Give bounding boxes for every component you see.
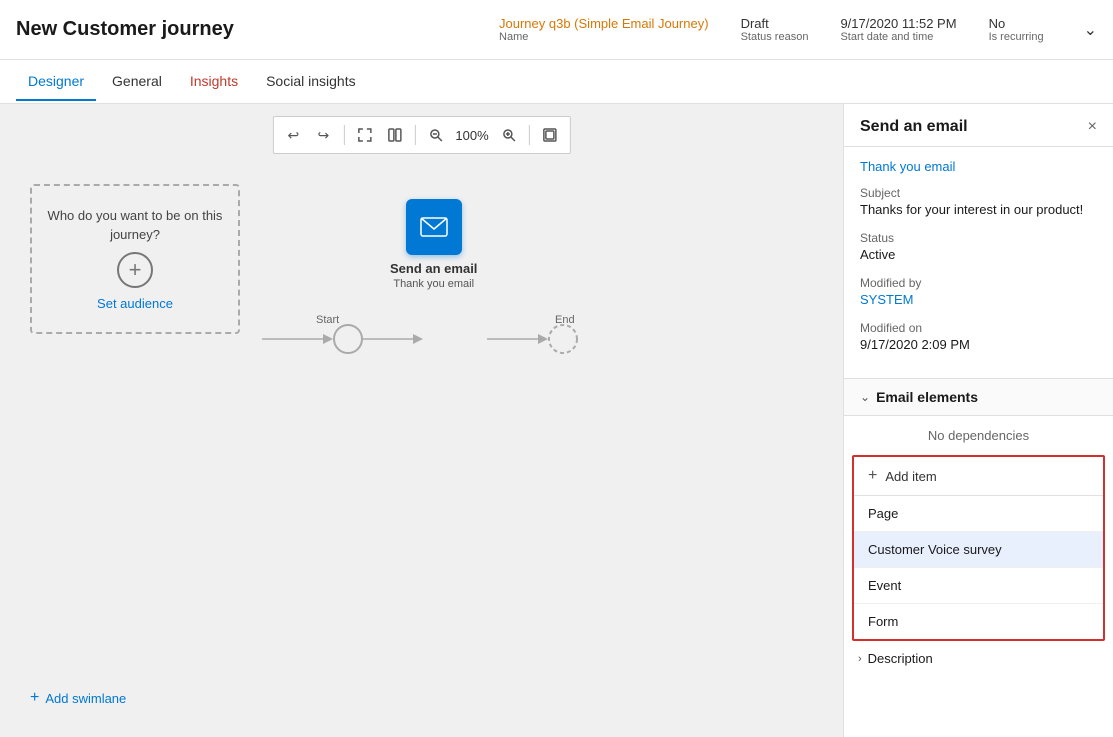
meta-status-reason-label: Status reason (741, 31, 809, 43)
canvas-toolbar: ↩ ↪ (272, 116, 570, 154)
journey-canvas[interactable]: ↩ ↪ (0, 104, 843, 737)
customer-voice-survey-label: Customer Voice survey (868, 542, 1002, 557)
meta-start-date: 9/17/2020 11:52 PM Start date and time (840, 16, 956, 43)
email-elements-section[interactable]: ⌄ Email elements (844, 378, 1113, 416)
tabs-bar: Designer General Insights Social insight… (0, 60, 1113, 104)
status-value: Active (860, 247, 1097, 262)
audience-plus-button[interactable]: + (117, 252, 153, 288)
add-item-dropdown: + Add item Page Customer Voice survey Ev… (852, 455, 1105, 641)
meta-is-recurring-value: No (989, 16, 1006, 31)
meta-start-date-label: Start date and time (840, 31, 933, 43)
panel-title: Send an email (860, 118, 968, 136)
email-node-sublabel: Thank you email (393, 278, 474, 290)
tab-social-insights[interactable]: Social insights (254, 63, 368, 101)
modified-by-label: Modified by (860, 276, 1097, 290)
toolbar-sep-2 (414, 125, 415, 145)
add-item-plus-icon: + (868, 467, 877, 485)
undo-button[interactable]: ↩ (279, 121, 307, 149)
header-meta: Journey q3b (Simple Email Journey) Name … (499, 16, 1097, 43)
audience-box-text: Who do you want to be on this journey? (32, 207, 238, 243)
zoom-out-button[interactable] (421, 121, 449, 149)
add-swimlane-button[interactable]: + Add swimlane (30, 689, 126, 707)
panel-body: Thank you email Subject Thanks for your … (844, 147, 1113, 378)
audience-box: Who do you want to be on this journey? +… (30, 184, 240, 334)
redo-button[interactable]: ↪ (309, 121, 337, 149)
tab-general[interactable]: General (100, 63, 174, 101)
set-audience-link[interactable]: Set audience (97, 296, 173, 311)
expand-button[interactable] (350, 121, 378, 149)
email-link[interactable]: Thank you email (860, 159, 1097, 174)
header: New Customer journey Journey q3b (Simple… (0, 0, 1113, 60)
dropdown-item-form[interactable]: Form (854, 604, 1103, 639)
dropdown-item-page[interactable]: Page (854, 496, 1103, 532)
main-area: ↩ ↪ (0, 104, 1113, 737)
add-swimlane-icon: + (30, 689, 39, 707)
meta-name-value: Journey q3b (Simple Email Journey) (499, 16, 709, 31)
start-label: Start (316, 314, 339, 326)
description-chevron-icon: › (858, 653, 862, 665)
form-label: Form (868, 614, 898, 629)
panel-close-button[interactable]: × (1088, 119, 1097, 135)
tab-designer[interactable]: Designer (16, 63, 96, 101)
panel-header: Send an email × (844, 104, 1113, 147)
dropdown-item-event[interactable]: Event (854, 568, 1103, 604)
meta-name-label: Name (499, 31, 528, 43)
meta-is-recurring-label: Is recurring (989, 31, 1044, 43)
dropdown-item-customer-voice-survey[interactable]: Customer Voice survey (854, 532, 1103, 568)
event-label: Event (868, 578, 901, 593)
subject-field: Subject Thanks for your interest in our … (860, 186, 1097, 217)
zoom-value: 100% (451, 128, 492, 143)
no-dependencies-text: No dependencies (844, 416, 1113, 455)
header-expand-chevron[interactable]: ⌄ (1084, 20, 1097, 40)
subject-value: Thanks for your interest in our product! (860, 202, 1097, 217)
meta-is-recurring: No Is recurring (989, 16, 1044, 43)
end-label: End (555, 314, 575, 326)
side-by-side-button[interactable] (380, 121, 408, 149)
status-label: Status (860, 231, 1097, 245)
status-field: Status Active (860, 231, 1097, 262)
add-item-label: Add item (885, 469, 936, 484)
email-elements-title: Email elements (876, 389, 978, 405)
page-title: New Customer journey (16, 18, 234, 41)
meta-name: Journey q3b (Simple Email Journey) Name (499, 16, 709, 43)
tab-insights[interactable]: Insights (178, 63, 250, 101)
page-label: Page (868, 506, 898, 521)
section-chevron-icon: ⌄ (860, 390, 870, 404)
meta-status-reason-value: Draft (741, 16, 769, 31)
description-label: Description (868, 651, 933, 666)
toolbar-sep-1 (343, 125, 344, 145)
add-item-button[interactable]: + Add item (854, 457, 1103, 496)
email-node-label: Send an email (390, 261, 477, 276)
email-node-icon[interactable] (406, 199, 462, 255)
modified-by-value[interactable]: SYSTEM (860, 292, 1097, 307)
meta-start-date-value: 9/17/2020 11:52 PM (840, 16, 956, 31)
right-panel: Send an email × Thank you email Subject … (843, 104, 1113, 737)
modified-on-field: Modified on 9/17/2020 2:09 PM (860, 321, 1097, 352)
add-swimlane-label: Add swimlane (45, 691, 126, 706)
modified-on-value: 9/17/2020 2:09 PM (860, 337, 1097, 352)
email-node[interactable]: Send an email Thank you email (390, 199, 477, 290)
zoom-in-button[interactable] (495, 121, 523, 149)
fit-button[interactable] (536, 121, 564, 149)
description-row[interactable]: › Description (844, 641, 1113, 676)
modified-on-label: Modified on (860, 321, 1097, 335)
meta-status-reason: Draft Status reason (741, 16, 809, 43)
toolbar-sep-3 (529, 125, 530, 145)
modified-by-field: Modified by SYSTEM (860, 276, 1097, 307)
subject-label: Subject (860, 186, 1097, 200)
